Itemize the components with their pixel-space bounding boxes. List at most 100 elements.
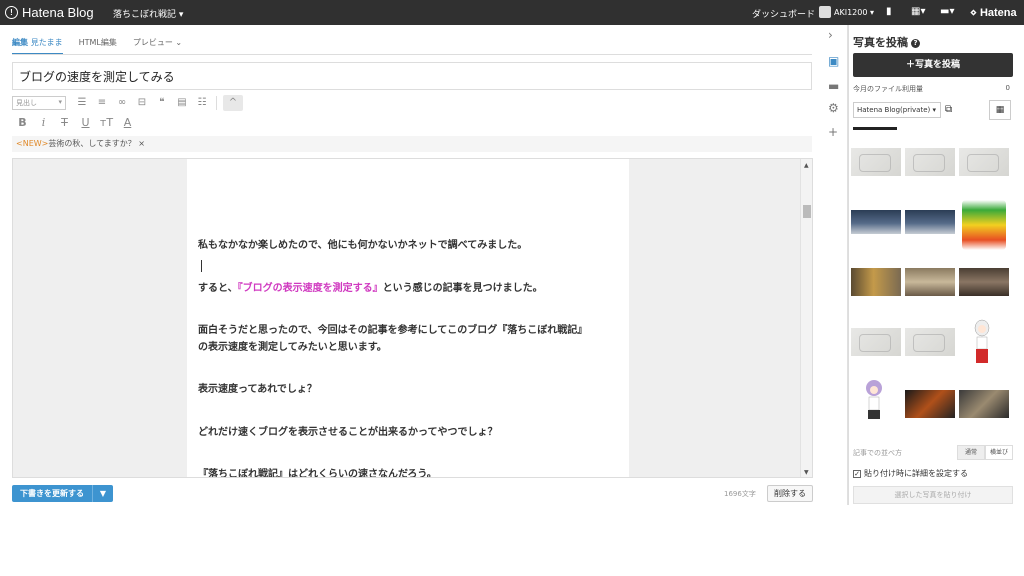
- photo-thumbnail[interactable]: [959, 268, 1009, 296]
- font-color-icon[interactable]: A: [117, 115, 138, 131]
- photo-thumbnail[interactable]: [905, 328, 955, 356]
- photo-thumbnail[interactable]: [851, 148, 901, 176]
- photo-thumbnail[interactable]: [905, 390, 955, 418]
- help-icon[interactable]: ?: [911, 38, 920, 48]
- scroll-up-icon[interactable]: ▲: [804, 162, 809, 169]
- photo-grid: [849, 143, 1024, 433]
- grid-view-icon[interactable]: ▦: [989, 100, 1011, 120]
- photo-thumbnail[interactable]: [905, 148, 955, 176]
- comment-icon[interactable]: ▬▾: [940, 6, 954, 17]
- tabs-divider: [12, 54, 812, 55]
- photo-thumbnail[interactable]: [959, 390, 1009, 418]
- body-paragraph: 表示速度ってあれでしょ？: [198, 384, 317, 395]
- bookmark-icon[interactable]: ▮: [886, 6, 892, 17]
- editor-scrollbar[interactable]: ▲ ▼: [800, 159, 812, 477]
- table-icon[interactable]: ⊟: [132, 95, 152, 111]
- detail-checkbox-label: 貼り付け時に詳細を設定する: [864, 469, 968, 478]
- checkbox-icon[interactable]: ✓: [853, 469, 861, 478]
- update-draft-button[interactable]: 下書きを更新する ▼: [12, 485, 113, 502]
- chevron-right-icon[interactable]: ›: [828, 28, 833, 42]
- notice-link[interactable]: 芸術の秋、してますか？: [48, 139, 135, 148]
- editor-tabs: 編集 見たまま HTML編集 プレビュー ⌄: [12, 37, 198, 55]
- album-select[interactable]: Hatena Blog(private) ▾: [853, 102, 941, 118]
- body-paragraph: どれだけ速くブログを表示させることが出来るかってやつでしょ？: [198, 427, 498, 438]
- photo-thumbnail[interactable]: [905, 210, 955, 234]
- folder-icon[interactable]: ▬: [828, 79, 839, 93]
- heading-select[interactable]: 見出し: [12, 96, 66, 110]
- body-text: すると、: [198, 283, 238, 294]
- character-illustration: [974, 319, 990, 363]
- link-icon[interactable]: ∞: [112, 95, 132, 111]
- tab-edit[interactable]: 編集 見たまま: [12, 37, 63, 55]
- dashboard-link[interactable]: ダッシュボード: [752, 7, 815, 20]
- blog-name-menu[interactable]: 落ちこぼれ戦記 ▾: [113, 7, 183, 20]
- title-input[interactable]: ブログの速度を測定してみる: [12, 62, 812, 90]
- body-paragraph: 『落ちこぼれ戦記』はどれくらいの速さなんだろう。: [198, 469, 437, 478]
- photo-thumbnail[interactable]: [851, 268, 901, 296]
- article-link[interactable]: 『ブログの表示速度を測定する』: [238, 283, 383, 294]
- photo-thumbnail[interactable]: [959, 315, 1009, 371]
- delete-button[interactable]: 削除する: [767, 485, 813, 502]
- post-photo-button[interactable]: ＋写真を投稿: [853, 53, 1013, 77]
- tab-html[interactable]: HTML編集: [79, 37, 117, 55]
- gear-icon[interactable]: ⚙: [828, 101, 839, 115]
- avatar: [819, 6, 831, 18]
- numbered-list-icon[interactable]: ≡: [92, 95, 112, 111]
- quote-icon[interactable]: ❝: [152, 95, 172, 111]
- photo-thumbnail[interactable]: [851, 210, 901, 234]
- toolbar-separator: [216, 96, 217, 110]
- body-paragraph: の表示速度を測定してみたいと思います。: [198, 342, 387, 353]
- top-bar: ! Hatena Blog 落ちこぼれ戦記 ▾ ダッシュボード AKI1200 …: [0, 0, 1024, 25]
- body-text: という感じの記事を見つけました。: [382, 283, 543, 294]
- user-name: AKI1200 ▾: [834, 7, 874, 17]
- scroll-down-icon[interactable]: ▼: [804, 469, 809, 476]
- underline-icon[interactable]: U: [75, 115, 96, 131]
- read-more-icon[interactable]: ☷: [192, 95, 212, 111]
- photo-thumbnail[interactable]: [853, 127, 897, 130]
- panel-title-text: 写真を投稿: [853, 36, 908, 49]
- bullet-list-icon[interactable]: ☰: [72, 95, 92, 111]
- collapse-toolbar-icon[interactable]: ^: [223, 95, 243, 111]
- hatena-link[interactable]: ⋄ Hatena: [970, 6, 1017, 19]
- bold-icon[interactable]: B: [12, 115, 33, 131]
- plus-icon[interactable]: +: [828, 125, 838, 139]
- photo-thumbnail[interactable]: [962, 200, 1006, 250]
- sort-normal-button[interactable]: 通常: [957, 445, 985, 460]
- strikethrough-icon[interactable]: T: [54, 115, 75, 131]
- file-usage-value: 0: [1005, 84, 1010, 92]
- file-usage: 今月のファイル利用量 0: [853, 84, 1010, 94]
- logo-icon: !: [5, 6, 18, 19]
- apps-grid-icon[interactable]: ▦▾: [911, 6, 925, 17]
- char-count: 1696文字: [724, 490, 756, 498]
- side-rail: › ▣ ▬ ⚙ +: [822, 25, 848, 505]
- user-menu[interactable]: AKI1200 ▾: [819, 6, 874, 18]
- tab-preview[interactable]: プレビュー ⌄: [133, 37, 182, 55]
- character-illustration: [866, 380, 882, 419]
- italic-icon[interactable]: i: [33, 115, 54, 131]
- photo-thumbnail[interactable]: [851, 328, 901, 356]
- sort-options: 通常 横並び: [957, 445, 1013, 460]
- photo-thumbnail[interactable]: [959, 148, 1009, 176]
- notice-close-icon[interactable]: ×: [138, 139, 145, 148]
- paste-selected-button[interactable]: 選択した写真を貼り付け: [853, 486, 1013, 504]
- text-cursor: [201, 260, 202, 272]
- notice-bar: <NEW>芸術の秋、してますか？ ×: [12, 136, 812, 152]
- body-paragraph: 面白そうだと思ったので、今回はその記事を参考にしてこのブログ『落ちこぼれ戦記』: [198, 325, 588, 336]
- editor-area[interactable]: 私もなかなか楽しめたので、他にも何かないかネットで調べてみました。 すると、『ブ…: [12, 158, 813, 478]
- chevron-down-icon[interactable]: ▼: [92, 485, 113, 502]
- sort-horizontal-button[interactable]: 横並び: [985, 445, 1013, 460]
- file-usage-label: 今月のファイル利用量: [853, 85, 923, 93]
- photo-thumbnail[interactable]: [851, 375, 901, 433]
- tab-edit-label: 編集: [12, 38, 28, 47]
- detail-checkbox[interactable]: ✓ 貼り付け時に詳細を設定する: [853, 468, 968, 479]
- insert-list-icon[interactable]: ▤: [172, 95, 192, 111]
- external-link-icon[interactable]: ⧉: [945, 104, 952, 115]
- editor-toolbar-format: B i T U тT A: [12, 115, 138, 131]
- hatena-text: Hatena: [979, 7, 1017, 19]
- photo-thumbnail[interactable]: [905, 268, 955, 296]
- scroll-thumb[interactable]: [803, 205, 811, 218]
- font-size-icon[interactable]: тT: [96, 115, 117, 131]
- hatena-blog-logo[interactable]: ! Hatena Blog: [5, 4, 94, 21]
- new-tag: <NEW>: [16, 139, 49, 148]
- photo-icon[interactable]: ▣: [828, 54, 839, 68]
